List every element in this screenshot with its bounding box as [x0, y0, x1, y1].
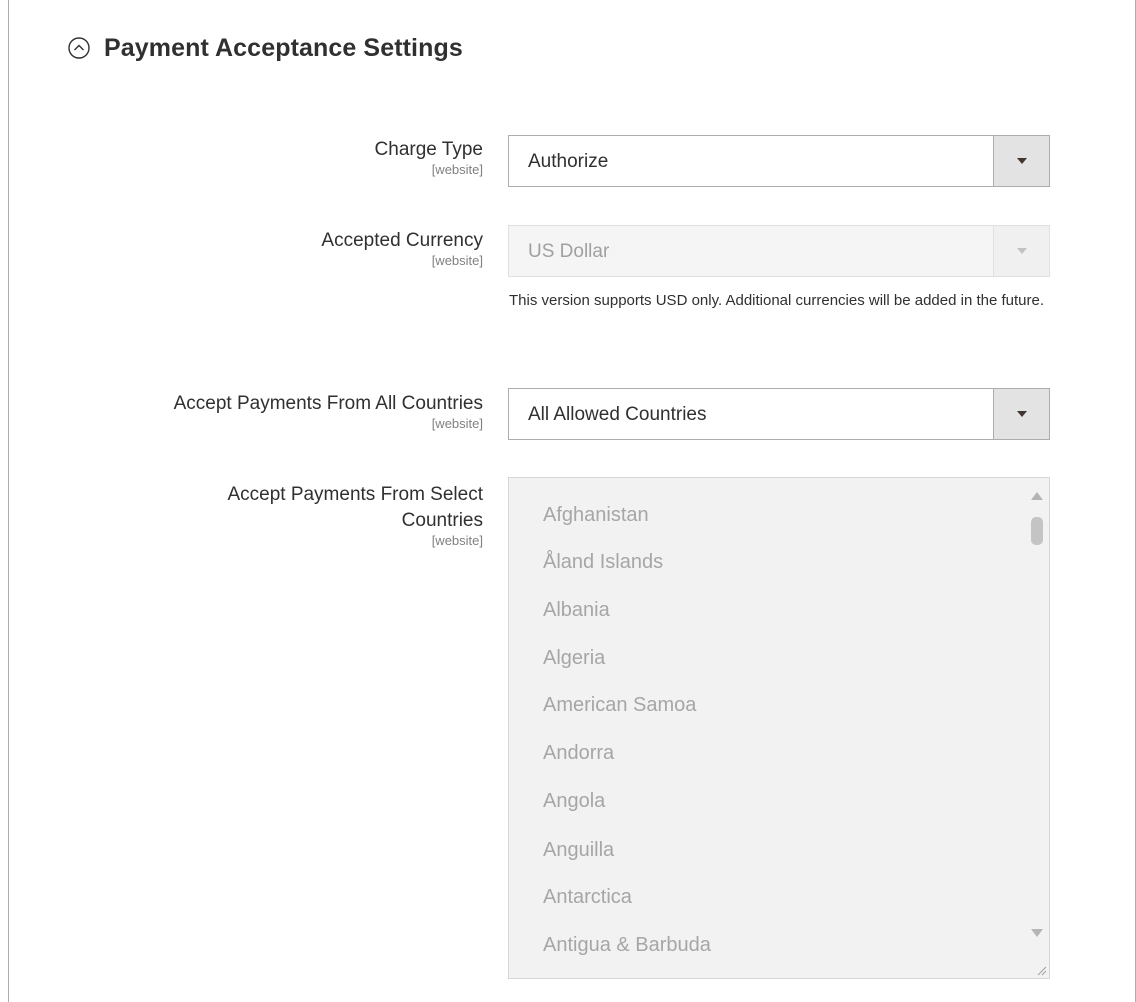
- caret-down-icon: [1017, 411, 1027, 417]
- currency-note: This version supports USD only. Addition…: [509, 292, 1044, 309]
- country-option: Antigua & Barbuda: [543, 934, 711, 956]
- all-countries-select[interactable]: All Allowed Countries: [508, 388, 1050, 440]
- country-option: Afghanistan: [543, 504, 649, 526]
- select-countries-scope: [website]: [431, 533, 483, 548]
- all-countries-label: Accept Payments From All Countries: [173, 393, 483, 414]
- dropdown-button[interactable]: [993, 389, 1049, 439]
- select-countries-label-line1: Accept Payments From Select: [227, 484, 483, 505]
- accepted-currency-scope: [website]: [431, 253, 483, 268]
- country-option: Albania: [543, 599, 610, 621]
- accepted-currency-label-group: Accepted Currency [website]: [321, 228, 483, 268]
- all-countries-label-group: Accept Payments From All Countries [webs…: [174, 391, 483, 431]
- accepted-currency-select: US Dollar: [508, 225, 1050, 277]
- charge-type-select[interactable]: Authorize: [508, 135, 1050, 187]
- charge-type-scope: [website]: [431, 162, 483, 177]
- country-option: Åland Islands: [543, 551, 664, 573]
- select-countries-label-line2: Countries: [401, 510, 483, 531]
- resize-handle-icon[interactable]: [1035, 964, 1047, 976]
- select-countries-label-group: Accept Payments From Select Countries [w…: [227, 482, 483, 548]
- country-option: Algeria: [543, 647, 606, 669]
- caret-down-icon: [1017, 158, 1027, 164]
- country-option: Andorra: [543, 742, 615, 764]
- section-toggle[interactable]: Payment Acceptance Settings: [68, 30, 463, 66]
- country-option: Angola: [543, 790, 606, 812]
- charge-type-label-group: Charge Type [website]: [375, 137, 483, 177]
- caret-down-icon: [1017, 248, 1027, 254]
- scrollbar-thumb[interactable]: [1031, 517, 1043, 545]
- charge-type-value: Authorize: [528, 151, 609, 172]
- country-option: Anguilla: [543, 839, 615, 861]
- all-countries-scope: [website]: [431, 416, 483, 431]
- scroll-down-arrow-icon[interactable]: [1031, 929, 1043, 937]
- accepted-currency-label: Accepted Currency: [321, 230, 483, 251]
- select-countries-multiselect: Afghanistan Åland Islands Albania Algeri…: [508, 477, 1050, 979]
- section-title: Payment Acceptance Settings: [104, 33, 463, 62]
- country-option: Antarctica: [543, 886, 632, 908]
- dropdown-button-disabled: [993, 226, 1049, 276]
- dropdown-button[interactable]: [993, 136, 1049, 186]
- scroll-up-arrow-icon[interactable]: [1031, 492, 1043, 500]
- accepted-currency-value: US Dollar: [528, 241, 610, 262]
- charge-type-label: Charge Type: [374, 139, 483, 160]
- all-countries-value: All Allowed Countries: [528, 404, 707, 425]
- chevron-up-circle-icon[interactable]: [68, 37, 90, 59]
- country-option: American Samoa: [543, 694, 697, 716]
